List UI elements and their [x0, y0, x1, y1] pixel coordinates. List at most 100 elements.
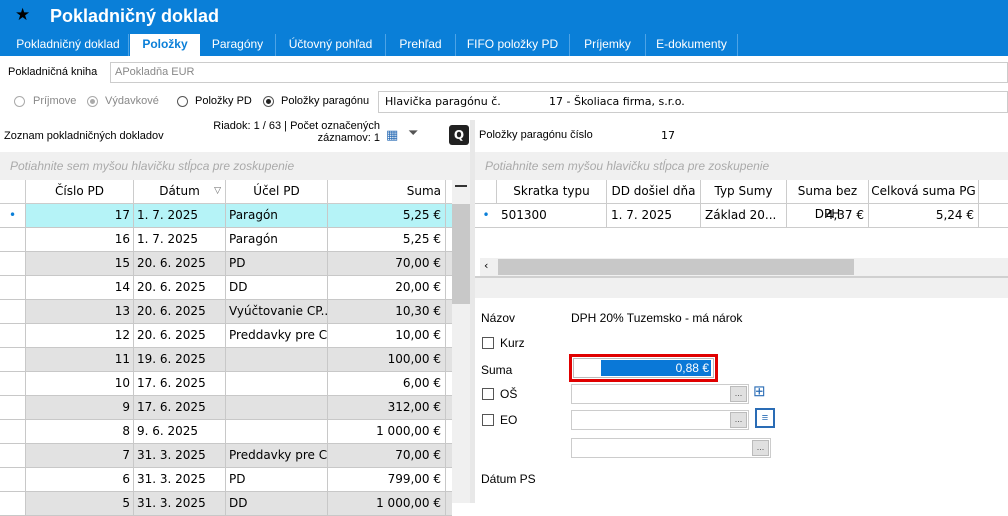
cell-suma: 70,00 € [328, 444, 446, 467]
table-row[interactable]: • 17 1. 7. 2025 Paragón 5,25 € [0, 204, 452, 228]
kurz-checkbox[interactable] [482, 337, 494, 349]
tab-paragony[interactable]: Paragóny [200, 34, 276, 56]
tab-pokladnicny-doklad[interactable]: Pokladničný doklad [8, 34, 129, 56]
polozky-pd-radio[interactable] [177, 96, 188, 107]
cell-datum: 20. 6. 2025 [134, 276, 226, 299]
cell-dd: 1. 7. 2025 [607, 204, 701, 227]
cell-suma: 1 000,00 € [328, 420, 446, 443]
row-indicator [0, 468, 26, 491]
cell-datum: 20. 6. 2025 [134, 324, 226, 347]
row-indicator [0, 420, 26, 443]
tab-fifo[interactable]: FIFO položky PD [456, 34, 570, 56]
table-row[interactable]: 7 31. 3. 2025 Preddavky pre C... 70,00 € [0, 444, 452, 468]
cell-cislo: 12 [26, 324, 134, 347]
nazov-value: DPH 20% Tuzemsko - má nárok [571, 311, 743, 325]
suma-label: Suma [481, 363, 513, 377]
tab-prijemky[interactable]: Príjemky [570, 34, 646, 56]
tab-prehlad[interactable]: Prehľad [386, 34, 456, 56]
table-row[interactable]: 14 20. 6. 2025 DD 20,00 € [0, 276, 452, 300]
suma-input[interactable]: 0,88 € [573, 358, 714, 378]
table-row[interactable]: 8 9. 6. 2025 1 000,00 € [0, 420, 452, 444]
scroll-top-icon[interactable] [455, 185, 467, 187]
window-title: Pokladničný doklad [50, 6, 220, 26]
table-row[interactable]: • 501300 1. 7. 2025 Základ 20... 4,37 € … [475, 204, 1008, 228]
kniha-label: Pokladničná kniha [8, 66, 98, 78]
col-datum[interactable]: Dátum ▽ [134, 180, 226, 204]
hlavicka-paragonu-select[interactable]: Hlavička paragónu č. 17 - Školiaca firma… [378, 91, 1008, 113]
col-celkova-suma[interactable]: Celková suma PG [869, 180, 979, 204]
col-typ-sumy[interactable]: Typ Sumy [701, 180, 787, 204]
table-row[interactable]: 11 19. 6. 2025 100,00 € [0, 348, 452, 372]
extra-browse-button[interactable]: ... [752, 440, 769, 456]
tab-uctovny-pohlad[interactable]: Účtovný pohľad [276, 34, 386, 56]
os-label: OŠ [500, 387, 518, 401]
cell-cislo: 13 [26, 300, 134, 323]
cell-ucel [226, 420, 328, 443]
kniha-input[interactable]: APokladňa EUR [110, 62, 1008, 83]
polozky-paragonu-radio[interactable] [263, 96, 274, 107]
cell-datum: 9. 6. 2025 [134, 420, 226, 443]
cell-datum: 1. 7. 2025 [134, 228, 226, 251]
cell-bez-dph: 4,37 € [787, 204, 869, 227]
tree-icon[interactable]: ⊞ [753, 382, 766, 400]
row-info: Riadok: 1 / 63 | Počet označených záznam… [196, 120, 380, 144]
list-icon[interactable]: ≡ [755, 408, 775, 428]
eo-input[interactable]: ... [571, 410, 749, 430]
table-row[interactable]: 13 20. 6. 2025 Vyúčtovanie CP... 10,30 € [0, 300, 452, 324]
vertical-scrollbar-thumb[interactable] [452, 204, 470, 304]
col-cislo-pd[interactable]: Číslo PD [26, 180, 134, 204]
table-row[interactable]: 6 31. 3. 2025 PD 799,00 € [0, 468, 452, 492]
table-row[interactable]: 12 20. 6. 2025 Preddavky pre C... 10,00 € [0, 324, 452, 348]
cell-suma: 20,00 € [328, 276, 446, 299]
cell-suma: 5,25 € [328, 204, 446, 227]
export-icon[interactable]: ▦ [386, 128, 398, 143]
col-suma-bez-dph[interactable]: Suma bez DPH [787, 180, 869, 221]
tab-polozky[interactable]: Položky [130, 34, 200, 56]
table-row[interactable]: 10 17. 6. 2025 6,00 € [0, 372, 452, 396]
row-indicator [0, 252, 26, 275]
star-icon[interactable]: ★ [15, 5, 30, 25]
nazov-label: Názov [481, 311, 516, 325]
row-info-line2: záznamov: 1 [317, 132, 380, 144]
cell-ucel: Paragón [226, 228, 328, 251]
col-ucel-pd[interactable]: Účel PD [226, 180, 328, 204]
col-skratka-typu[interactable]: Skratka typu [497, 180, 607, 204]
cell-datum: 19. 6. 2025 [134, 348, 226, 371]
extra-input[interactable]: ... [571, 438, 771, 458]
section-separator [475, 276, 1008, 298]
eo-checkbox[interactable] [482, 414, 494, 426]
filter-icon[interactable]: ⏷ [408, 126, 418, 141]
suma-value: 0,88 € [601, 360, 711, 376]
row-indicator-header [0, 180, 26, 204]
cell-ucel: PD [226, 252, 328, 275]
search-icon[interactable]: Q [449, 125, 469, 145]
hlavicka-label: Hlavička paragónu č. [385, 95, 501, 108]
tab-e-dokumenty[interactable]: E-dokumenty [646, 34, 738, 56]
cell-cislo: 17 [26, 204, 134, 227]
os-checkbox[interactable] [482, 388, 494, 400]
table-row[interactable]: 15 20. 6. 2025 PD 70,00 € [0, 252, 452, 276]
sort-icon: ▽ [214, 186, 221, 196]
col-suma[interactable]: Suma [328, 180, 446, 204]
horizontal-scrollbar-thumb[interactable] [498, 259, 854, 275]
cell-cislo: 9 [26, 396, 134, 419]
table-row[interactable]: 16 1. 7. 2025 Paragón 5,25 € [0, 228, 452, 252]
col-dd-dosiel[interactable]: DD došiel dňa [607, 180, 701, 204]
hlavicka-value: 17 - Školiaca firma, s.r.o. [549, 95, 685, 108]
cell-cislo: 11 [26, 348, 134, 371]
os-browse-button[interactable]: ... [730, 386, 747, 402]
left-group-hint: Potiahnite sem myšou hlavičku stĺpca pre… [0, 152, 470, 180]
os-input[interactable]: ... [571, 384, 749, 404]
eo-browse-button[interactable]: ... [730, 412, 747, 428]
prijmove-radio[interactable] [14, 96, 25, 107]
cell-ucel [226, 372, 328, 395]
polozky-paragonu-label: Položky paragónu [281, 95, 370, 107]
vydavkove-radio[interactable] [87, 96, 98, 107]
cell-suma: 5,25 € [328, 228, 446, 251]
cell-ucel [226, 396, 328, 419]
cell-datum: 31. 3. 2025 [134, 468, 226, 491]
table-row[interactable]: 5 31. 3. 2025 DD 1 000,00 € [0, 492, 452, 516]
scroll-left-icon[interactable]: ‹ [484, 259, 488, 272]
cell-suma: 799,00 € [328, 468, 446, 491]
table-row[interactable]: 9 17. 6. 2025 312,00 € [0, 396, 452, 420]
